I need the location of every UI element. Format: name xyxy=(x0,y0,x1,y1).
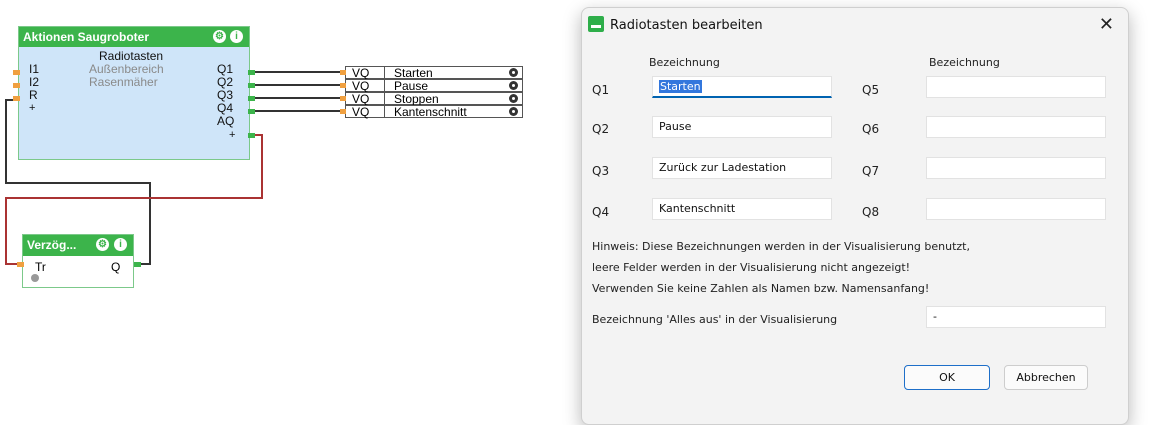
settings-icon[interactable] xyxy=(509,81,518,90)
column-header-left: Bezeichnung xyxy=(649,56,720,69)
pin-i2[interactable] xyxy=(13,83,20,88)
pin-i1[interactable] xyxy=(13,70,20,75)
function-block-canvas[interactable]: Aktionen Saugroboter ⚙ i Radiotasten I1 … xyxy=(0,0,560,421)
input-i1-description: Außenbereich xyxy=(89,62,164,76)
vq-block-kantenschnitt[interactable]: VQ Kantenschnitt xyxy=(340,105,523,119)
block-title: Aktionen Saugroboter ⚙ i xyxy=(19,27,249,47)
vq-divider xyxy=(384,93,385,104)
label-q8: Q8 xyxy=(862,205,880,219)
hint-line-3: Verwenden Sie keine Zahlen als Namen bzw… xyxy=(592,282,930,295)
pin-r[interactable] xyxy=(13,96,20,101)
block-body: Radiotasten I1 I2 R + Außenbereich Rasen… xyxy=(19,47,249,159)
label-q3: Q3 xyxy=(592,164,610,178)
add-output-icon[interactable]: + xyxy=(229,129,235,141)
output-q2: Q2 xyxy=(217,75,234,89)
hint-line-1: Hinweis: Diese Bezeichnungen werden in d… xyxy=(592,240,970,253)
vq-block-starten[interactable]: VQ Starten xyxy=(340,66,523,80)
output-q: Q xyxy=(111,260,121,274)
block-verzoegerung[interactable]: Verzög... ⚙ i Tr Q xyxy=(22,234,134,288)
all-off-label: Bezeichnung 'Alles aus' in der Visualisi… xyxy=(592,313,838,326)
vq-input-pin[interactable] xyxy=(340,96,346,101)
vq-divider xyxy=(384,106,385,117)
pin-q1[interactable] xyxy=(248,70,255,75)
field-q4[interactable]: Kantenschnitt xyxy=(652,198,832,220)
block-title-text: Verzög... xyxy=(27,238,77,252)
vq-name: Kantenschnitt xyxy=(394,105,467,119)
pin-q3[interactable] xyxy=(248,96,255,101)
vq-divider xyxy=(384,67,385,78)
field-q2[interactable]: Pause xyxy=(652,116,832,138)
info-icon[interactable]: i xyxy=(114,238,127,251)
input-r: R xyxy=(29,88,38,102)
vq-block-stoppen[interactable]: VQ Stoppen xyxy=(340,92,523,106)
output-aq: AQ xyxy=(217,114,235,128)
cancel-button[interactable]: Abbrechen xyxy=(1004,365,1088,390)
field-all-off[interactable]: - xyxy=(926,306,1106,328)
hint-line-2: leere Felder werden in der Visualisierun… xyxy=(592,261,911,274)
close-icon[interactable]: ✕ xyxy=(1099,14,1114,35)
vq-input-pin[interactable] xyxy=(340,70,346,75)
field-q3[interactable]: Zurück zur Ladestation xyxy=(652,157,832,179)
field-q8[interactable] xyxy=(926,198,1106,220)
field-q6[interactable] xyxy=(926,116,1106,138)
input-i1: I1 xyxy=(29,62,40,76)
output-q4: Q4 xyxy=(217,101,234,115)
label-q7: Q7 xyxy=(862,164,880,178)
settings-icon[interactable]: ⚙ xyxy=(213,30,226,43)
input-tr: Tr xyxy=(35,260,46,274)
label-q6: Q6 xyxy=(862,122,880,136)
block-title-text: Aktionen Saugroboter xyxy=(23,30,150,44)
input-i2-description: Rasenmäher xyxy=(89,75,158,89)
dialog-radiotasten-bearbeiten: Radiotasten bearbeiten ✕ Bezeichnung Bez… xyxy=(581,7,1129,425)
field-q1[interactable]: Starten xyxy=(652,76,832,98)
vq-divider xyxy=(384,80,385,91)
block-aktionen-saugroboter[interactable]: Aktionen Saugroboter ⚙ i Radiotasten I1 … xyxy=(18,26,250,160)
vq-block-pause[interactable]: VQ Pause xyxy=(340,79,523,93)
pin-q4[interactable] xyxy=(248,109,255,114)
output-q3: Q3 xyxy=(217,88,234,102)
pin-aq[interactable] xyxy=(248,133,255,138)
settings-icon[interactable]: ⚙ xyxy=(96,238,109,251)
pin-q2[interactable] xyxy=(248,83,255,88)
block-body: Tr Q xyxy=(23,256,133,287)
vq-input-pin[interactable] xyxy=(340,83,346,88)
ok-button[interactable]: OK xyxy=(904,365,990,390)
input-i2: I2 xyxy=(29,75,40,89)
parameter-icon[interactable] xyxy=(31,274,39,282)
field-q1-value: Starten xyxy=(659,80,702,93)
label-q5: Q5 xyxy=(862,83,880,97)
vq-type-label: VQ xyxy=(352,105,370,119)
add-input-icon[interactable]: + xyxy=(29,102,35,114)
pin-q[interactable] xyxy=(134,262,141,267)
settings-icon[interactable] xyxy=(509,94,518,103)
output-q1: Q1 xyxy=(217,62,234,76)
app-icon xyxy=(588,16,604,32)
label-q1: Q1 xyxy=(592,83,610,97)
block-subtitle: Radiotasten xyxy=(99,49,164,63)
label-q2: Q2 xyxy=(592,122,610,136)
pin-tr[interactable] xyxy=(17,262,24,267)
field-q7[interactable] xyxy=(926,157,1106,179)
vq-input-pin[interactable] xyxy=(340,109,346,114)
settings-icon[interactable] xyxy=(509,107,518,116)
block-title: Verzög... ⚙ i xyxy=(23,235,133,256)
settings-icon[interactable] xyxy=(509,68,518,77)
info-icon[interactable]: i xyxy=(230,30,243,43)
dialog-title: Radiotasten bearbeiten xyxy=(610,18,763,33)
column-header-right: Bezeichnung xyxy=(929,56,1000,69)
label-q4: Q4 xyxy=(592,205,610,219)
field-q5[interactable] xyxy=(926,76,1106,98)
